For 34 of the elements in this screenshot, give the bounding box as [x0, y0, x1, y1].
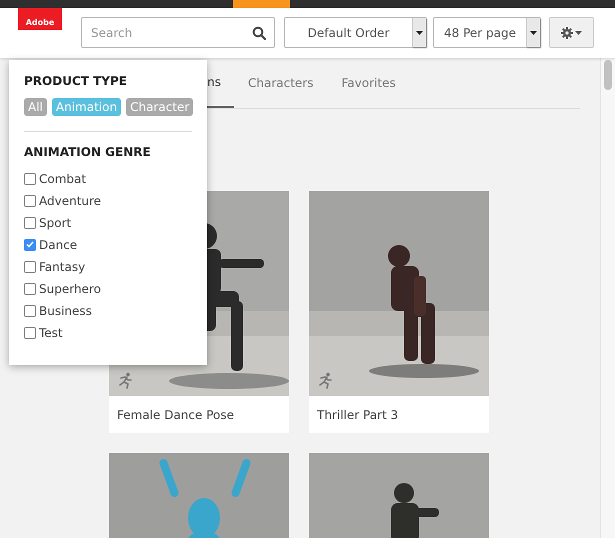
checkbox[interactable] — [24, 326, 36, 338]
tab[interactable]: Characters — [234, 58, 328, 108]
card-title[interactable]: Thriller Part 3 — [309, 396, 489, 433]
checkbox[interactable] — [24, 282, 36, 294]
card-title[interactable]: Female Dance Pose — [109, 396, 289, 433]
scrollbar[interactable] — [600, 58, 615, 538]
sort-order-select[interactable]: Default Order — [284, 17, 427, 48]
per-page-select[interactable]: 48 Per page — [433, 17, 541, 48]
checkbox[interactable] — [24, 194, 36, 206]
tab[interactable]: Favorites — [328, 58, 410, 108]
search-field[interactable]: Search — [81, 17, 275, 48]
checkbox-label[interactable]: Fantasy — [39, 260, 86, 274]
caret-icon — [416, 30, 423, 34]
settings-button[interactable] — [549, 17, 594, 48]
checkbox-label[interactable]: Sport — [39, 216, 72, 230]
checkbox-label[interactable]: Adventure — [39, 194, 102, 208]
caret-icon — [575, 30, 582, 34]
checkbox[interactable] — [24, 304, 36, 316]
section-heading: ANIMATION GENRE — [24, 145, 152, 159]
checkbox-label[interactable]: Superhero — [39, 282, 101, 296]
section-heading: PRODUCT TYPE — [24, 74, 128, 88]
adobe-logo[interactable]: Adobe — [18, 8, 62, 30]
checkbox-label[interactable]: Dance — [39, 238, 78, 252]
checkbox[interactable] — [24, 216, 36, 228]
checkbox-label[interactable]: Business — [39, 304, 92, 318]
active-nav-indicator — [233, 0, 290, 8]
caret-icon — [530, 30, 537, 34]
checkbox-label[interactable]: Test — [39, 326, 63, 340]
search-icon[interactable] — [252, 26, 266, 40]
checkbox[interactable] — [24, 238, 36, 250]
checkbox[interactable] — [24, 172, 36, 184]
checkbox[interactable] — [24, 260, 36, 272]
settings-icon — [561, 26, 573, 38]
checkbox-label[interactable]: Combat — [39, 172, 86, 186]
